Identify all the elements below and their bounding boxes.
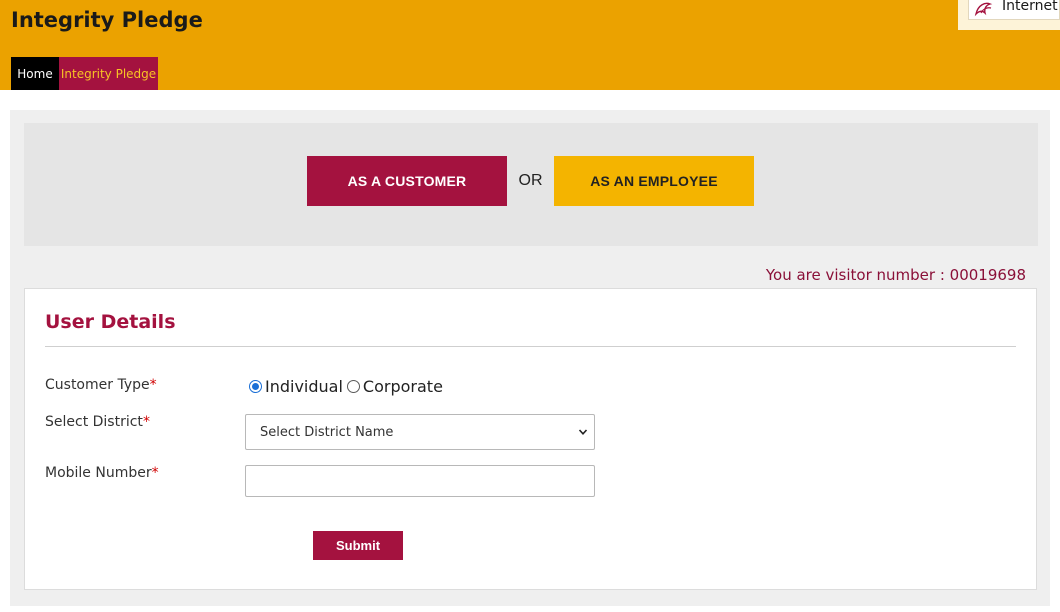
nav-integrity-pledge-link[interactable]: Integrity Pledge (59, 57, 158, 90)
internet-banking-label: Internet B (1002, 0, 1059, 14)
chevron-down-icon (578, 429, 588, 435)
required-mark: * (142, 414, 150, 430)
select-district-label: Select District* (45, 414, 150, 430)
brand-logo-icon (974, 2, 993, 17)
title-divider (45, 346, 1016, 347)
radio-corporate[interactable] (346, 380, 360, 393)
mobile-number-label: Mobile Number* (45, 465, 159, 481)
visitor-counter: You are visitor number : 00019698 (765, 266, 1026, 284)
required-mark: * (149, 377, 157, 393)
mobile-number-label-text: Mobile Number (45, 465, 152, 481)
or-separator: OR (518, 172, 543, 189)
site-title: Integrity Pledge (11, 8, 203, 32)
user-details-title: User Details (45, 311, 176, 333)
as-employee-button[interactable]: AS AN EMPLOYEE (554, 156, 754, 206)
customer-type-radio-group: Individual Corporate (249, 377, 447, 396)
radio-individual[interactable] (249, 380, 262, 393)
district-select-value: Select District Name (260, 424, 394, 440)
top-nav: Home Integrity Pledge (11, 57, 158, 90)
district-select[interactable]: Select District Name (245, 414, 595, 450)
radio-individual-label[interactable]: Individual (265, 377, 343, 396)
internet-banking-link[interactable]: Internet B (968, 0, 1060, 20)
radio-corporate-label[interactable]: Corporate (363, 377, 443, 396)
mobile-number-input[interactable] (245, 465, 595, 497)
submit-button[interactable]: Submit (313, 531, 403, 560)
required-mark: * (151, 465, 159, 481)
as-customer-button[interactable]: AS A CUSTOMER (307, 156, 507, 206)
customer-type-label: Customer Type* (45, 377, 157, 393)
customer-type-label-text: Customer Type (45, 377, 150, 393)
select-district-label-text: Select District (45, 414, 143, 430)
nav-home-link[interactable]: Home (11, 57, 59, 90)
